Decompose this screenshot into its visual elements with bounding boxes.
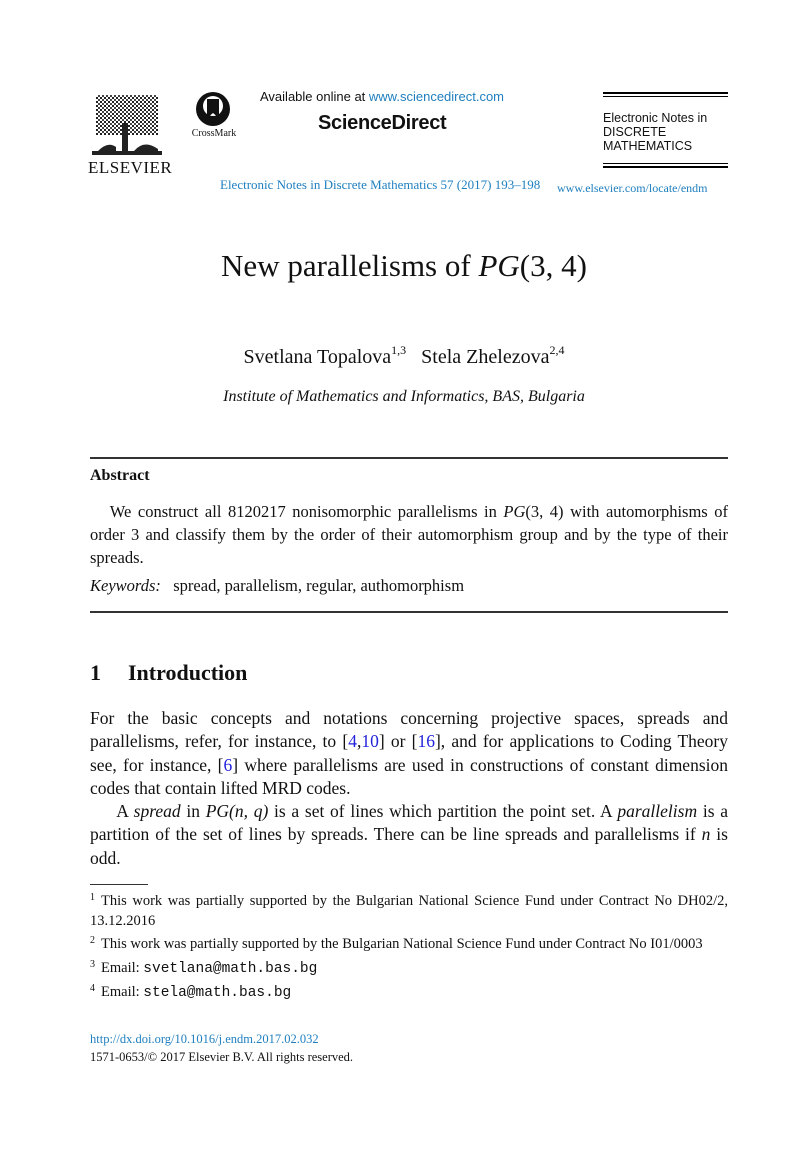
copyright-notice: 1571-0653/© 2017 Elsevier B.V. All right…	[90, 1050, 354, 1064]
sciencedirect-link[interactable]: www.sciencedirect.com	[369, 89, 504, 104]
author-marks[interactable]: 2,4	[549, 343, 564, 357]
text: A	[116, 801, 134, 822]
text: in	[180, 801, 206, 822]
math-args: (n, q)	[229, 801, 269, 822]
footnote-mark: 1	[90, 892, 95, 903]
title-math-args: (3, 4)	[519, 248, 587, 283]
citation-link[interactable]: 6	[223, 755, 232, 775]
footnote-mark: 4	[90, 983, 95, 994]
footnote-mark: 3	[90, 958, 95, 970]
author-list: Svetlana Topalova1,3 Stela Zhelezova2,4	[0, 343, 808, 369]
journal-name-line: Electronic Notes in	[603, 111, 708, 125]
section-number: 1	[90, 660, 101, 685]
citation-link[interactable]: 16	[417, 731, 435, 751]
citation-link[interactable]: 10	[361, 731, 379, 751]
journal-citation[interactable]: Electronic Notes in Discrete Mathematics…	[220, 177, 540, 193]
citation-link[interactable]: 4	[348, 731, 357, 751]
footnote: 4 Email: stela@math.bas.bg	[90, 979, 728, 1004]
abstract-bottom-rule	[90, 611, 728, 613]
divider	[603, 166, 728, 168]
divider	[603, 92, 728, 94]
abstract-text-part: We construct all 8120217 nonisomorphic p…	[109, 502, 504, 521]
emphasis: parallelism	[617, 801, 698, 822]
abstract-math: PG	[503, 502, 526, 521]
email-link[interactable]: svetlana@math.bas.bg	[143, 961, 317, 977]
footnotes: 1 This work was partially supported by th…	[90, 888, 728, 1004]
affiliation: Institute of Mathematics and Informatics…	[223, 388, 585, 405]
title-math: PG	[478, 248, 520, 283]
footnote-text: This work was partially supported by the…	[101, 936, 703, 952]
available-prefix: Available online at	[260, 89, 369, 104]
crossmark-label: CrossMark	[191, 128, 237, 139]
journal-name-line: DISCRETE	[603, 125, 667, 139]
available-online-text: Available online at www.sciencedirect.co…	[260, 89, 504, 104]
paper-title: New parallelisms of PG(3, 4)	[0, 248, 808, 284]
doi-link[interactable]: http://dx.doi.org/10.1016/j.endm.2017.02…	[90, 1032, 319, 1047]
abstract-math-args: (3, 4)	[525, 502, 564, 521]
keywords-label: Keywords:	[90, 576, 161, 595]
crossmark-icon[interactable]	[190, 90, 236, 130]
section-title: Introduction	[128, 660, 248, 685]
elsevier-tree-logo	[92, 95, 162, 155]
footnote: 2 This work was partially supported by th…	[90, 931, 728, 955]
email-link[interactable]: stela@math.bas.bg	[143, 985, 291, 1001]
author-marks[interactable]: 1,3	[391, 343, 406, 357]
author-name: Svetlana Topalova	[243, 346, 392, 368]
keywords: Keywords: spread, parallelism, regular, …	[90, 576, 464, 596]
abstract-text: We construct all 8120217 nonisomorphic p…	[90, 500, 728, 569]
journal-name-line: MATHEMATICS	[603, 139, 693, 153]
paragraph: A spread in PG(n, q) is a set of lines w…	[90, 800, 728, 870]
footnote-label: Email:	[101, 959, 144, 976]
journal-url-link[interactable]: www.elsevier.com/locate/endm	[557, 181, 708, 196]
math: PG	[205, 801, 230, 822]
text: is a set of lines which partition the po…	[268, 801, 618, 822]
emphasis: spread	[133, 801, 181, 822]
paragraph: For the basic concepts and notations con…	[90, 707, 728, 800]
abstract-top-rule	[90, 457, 728, 459]
divider	[603, 163, 728, 164]
footnote-text: This work was partially supported by the…	[90, 893, 728, 929]
section-heading: 1 Introduction	[90, 660, 247, 686]
section-body: For the basic concepts and notations con…	[90, 707, 728, 870]
footnote-mark: 2	[90, 935, 95, 946]
footnote: 1 This work was partially supported by th…	[90, 888, 728, 931]
footnote: 3 Email: svetlana@math.bas.bg	[90, 955, 728, 980]
footnote-rule	[90, 884, 148, 885]
elsevier-wordmark: ELSEVIER	[88, 158, 173, 177]
author-name: Stela Zhelezova	[421, 346, 550, 368]
abstract-heading: Abstract	[90, 467, 150, 484]
sciencedirect-brand: ScienceDirect	[318, 112, 447, 134]
keywords-list: spread, parallelism, regular, authomorph…	[173, 576, 465, 595]
title-text: New parallelisms of	[221, 248, 479, 283]
text: ] or [	[378, 731, 418, 752]
footnote-label: Email:	[101, 984, 144, 1000]
journal-name-box: Electronic Notes in DISCRETE MATHEMATICS	[603, 92, 728, 170]
divider	[603, 96, 728, 97]
